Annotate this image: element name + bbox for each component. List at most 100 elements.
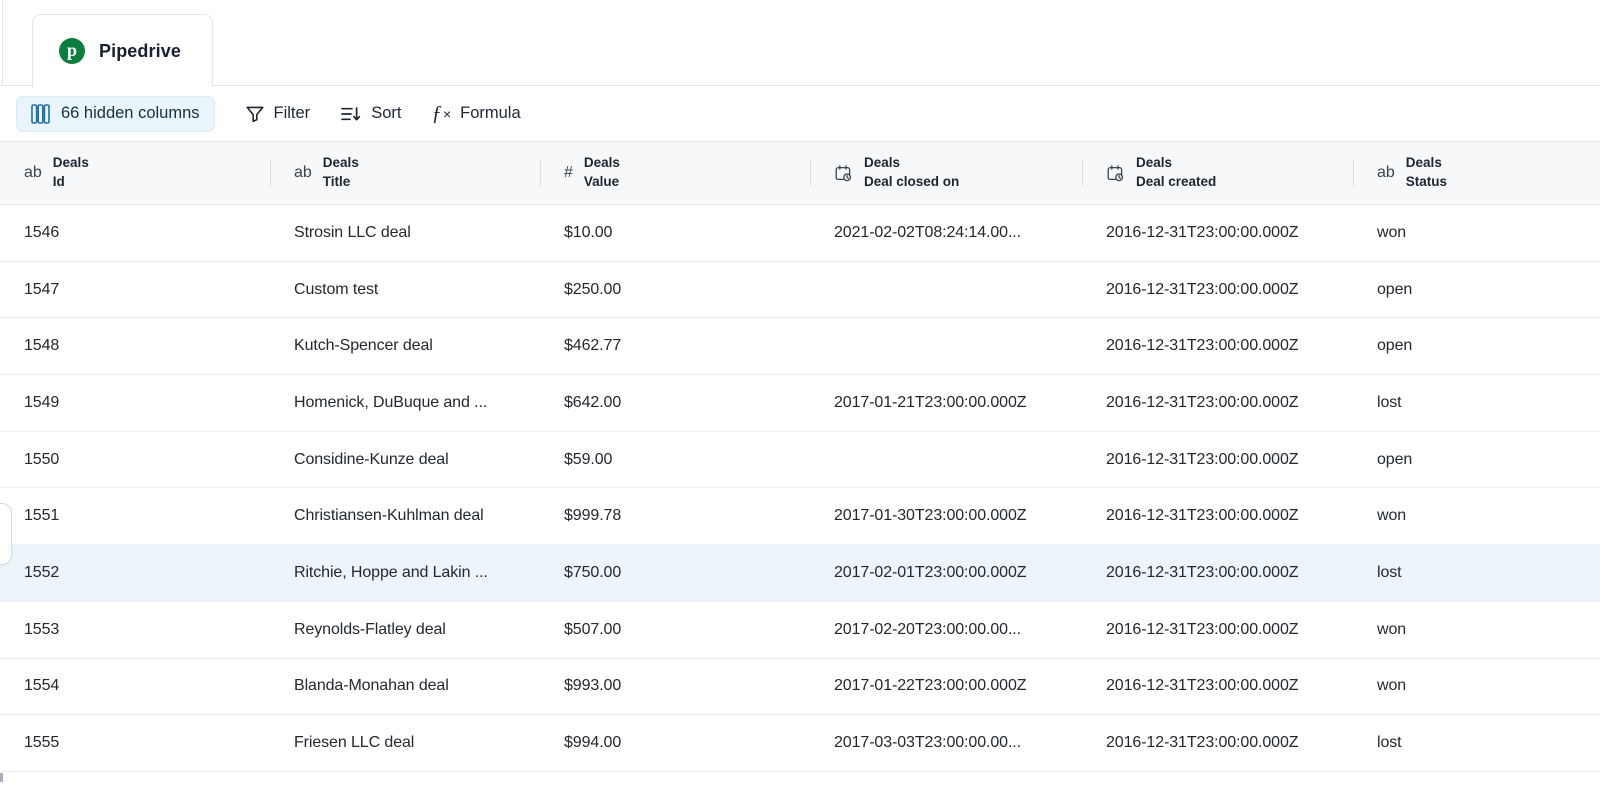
toolbar: 66 hidden columns Filter Sort ƒ× Formula <box>0 86 1600 141</box>
cell-deal-created[interactable]: 2016-12-31T23:00:00.000Z <box>1082 451 1353 469</box>
header-cell-title[interactable]: abDealsTitle <box>270 142 540 204</box>
cell-id[interactable]: 1547 <box>0 281 270 299</box>
table-row: 1549Homenick, DuBuque and ...$642.002017… <box>0 375 1600 432</box>
cell-id[interactable]: 1551 <box>0 507 270 525</box>
cell-status[interactable]: open <box>1353 281 1600 299</box>
cell-title[interactable]: Custom test <box>270 281 540 299</box>
cell-deal-created[interactable]: 2016-12-31T23:00:00.000Z <box>1082 281 1353 299</box>
hidden-columns-button[interactable]: 66 hidden columns <box>16 96 215 132</box>
cell-value[interactable]: $993.00 <box>540 677 810 695</box>
table-row: 1555Friesen LLC deal$994.002017-03-03T23… <box>0 715 1600 772</box>
cell-value[interactable]: $59.00 <box>540 451 810 469</box>
cell-id[interactable]: 1554 <box>0 677 270 695</box>
cell-id[interactable]: 1552 <box>0 564 270 582</box>
cell-status[interactable]: lost <box>1353 734 1600 752</box>
hidden-columns-label: 66 hidden columns <box>61 104 200 123</box>
cell-deal-closed-on[interactable]: 2021-02-02T08:24:14.00... <box>810 224 1082 242</box>
cell-status[interactable]: won <box>1353 507 1600 525</box>
cell-value[interactable]: $507.00 <box>540 621 810 639</box>
cell-title[interactable]: Considine-Kunze deal <box>270 451 540 469</box>
cell-id[interactable]: 1553 <box>0 621 270 639</box>
cell-id[interactable]: 1548 <box>0 337 270 355</box>
pane-left-border <box>2 0 3 86</box>
header-cell-value[interactable]: # DealsValue <box>540 142 810 204</box>
sort-button[interactable]: Sort <box>340 104 401 124</box>
cell-deal-created[interactable]: 2016-12-31T23:00:00.000Z <box>1082 564 1353 582</box>
cell-deal-closed-on[interactable]: 2017-02-20T23:00:00.00... <box>810 621 1082 639</box>
cell-deal-closed-on[interactable]: 2017-03-03T23:00:00.00... <box>810 734 1082 752</box>
cell-value[interactable]: $250.00 <box>540 281 810 299</box>
cell-deal-created[interactable]: 2016-12-31T23:00:00.000Z <box>1082 677 1353 695</box>
header-label: DealsDeal created <box>1136 154 1216 192</box>
table-body: 1546Strosin LLC deal$10.002021-02-02T08:… <box>0 205 1600 772</box>
text-type-icon: ab <box>1377 165 1395 181</box>
cell-title[interactable]: Strosin LLC deal <box>270 224 540 242</box>
cell-value[interactable]: $642.00 <box>540 394 810 412</box>
columns-icon <box>31 104 50 124</box>
cell-id[interactable]: 1555 <box>0 734 270 752</box>
cell-deal-created[interactable]: 2016-12-31T23:00:00.000Z <box>1082 337 1353 355</box>
cell-title[interactable]: Blanda-Monahan deal <box>270 677 540 695</box>
filter-label: Filter <box>274 104 311 123</box>
table-row: 1552Ritchie, Hoppe and Lakin ...$750.002… <box>0 545 1600 602</box>
row-drag-handle[interactable] <box>0 503 12 565</box>
cell-deal-created[interactable]: 2016-12-31T23:00:00.000Z <box>1082 394 1353 412</box>
formula-button[interactable]: ƒ× Formula <box>431 101 520 126</box>
cell-id[interactable]: 1550 <box>0 451 270 469</box>
cell-deal-closed-on[interactable]: 2017-01-30T23:00:00.000Z <box>810 507 1082 525</box>
cell-status[interactable]: won <box>1353 621 1600 639</box>
cell-value[interactable]: $994.00 <box>540 734 810 752</box>
filter-button[interactable]: Filter <box>245 104 311 124</box>
cell-title[interactable]: Friesen LLC deal <box>270 734 540 752</box>
tab-pipedrive[interactable]: p Pipedrive <box>32 14 213 87</box>
cell-title[interactable]: Reynolds-Flatley deal <box>270 621 540 639</box>
tab-bar-divider <box>0 85 1600 86</box>
header-label: DealsDeal closed on <box>864 154 959 192</box>
cell-deal-created[interactable]: 2016-12-31T23:00:00.000Z <box>1082 224 1353 242</box>
header-cell-id[interactable]: ab DealsId <box>0 142 270 204</box>
cell-value[interactable]: $750.00 <box>540 564 810 582</box>
cell-title[interactable]: Christiansen-Kuhlman deal <box>270 507 540 525</box>
cell-id[interactable]: 1549 <box>0 394 270 412</box>
filter-funnel-icon <box>245 104 265 124</box>
calendar-clock-icon <box>1106 164 1125 183</box>
table-row: 1548Kutch-Spencer deal$462.77 2016-12-31T… <box>0 318 1600 375</box>
table-row: 1551Christiansen-Kuhlman deal$999.782017… <box>0 488 1600 545</box>
cell-value[interactable]: $10.00 <box>540 224 810 242</box>
cell-status[interactable]: won <box>1353 677 1600 695</box>
cell-value[interactable]: $999.78 <box>540 507 810 525</box>
cell-status[interactable]: lost <box>1353 394 1600 412</box>
scrollbar-corner-tick <box>0 773 3 782</box>
cell-id[interactable]: 1546 <box>0 224 270 242</box>
cell-value[interactable]: $462.77 <box>540 337 810 355</box>
cell-status[interactable]: open <box>1353 451 1600 469</box>
cell-deal-created[interactable]: 2016-12-31T23:00:00.000Z <box>1082 621 1353 639</box>
header-cell-status[interactable]: abDealsStatus <box>1353 142 1600 204</box>
text-type-icon: ab <box>24 165 42 181</box>
header-cell-deal-closed-on[interactable]: DealsDeal closed on <box>810 142 1082 204</box>
table-row: 1553Reynolds-Flatley deal$507.002017-02-… <box>0 602 1600 659</box>
header-cell-deal-created[interactable]: DealsDeal created <box>1082 142 1353 204</box>
sort-label: Sort <box>371 104 401 123</box>
cell-title[interactable]: Homenick, DuBuque and ... <box>270 394 540 412</box>
header-label: DealsId <box>53 154 89 192</box>
header-label: DealsValue <box>584 154 620 192</box>
cell-deal-created[interactable]: 2016-12-31T23:00:00.000Z <box>1082 734 1353 752</box>
cell-deal-closed-on[interactable]: 2017-02-01T23:00:00.000Z <box>810 564 1082 582</box>
formula-label: Formula <box>460 104 521 123</box>
sort-icon <box>340 104 362 124</box>
cell-status[interactable]: open <box>1353 337 1600 355</box>
cell-status[interactable]: lost <box>1353 564 1600 582</box>
cell-title[interactable]: Kutch-Spencer deal <box>270 337 540 355</box>
cell-title[interactable]: Ritchie, Hoppe and Lakin ... <box>270 564 540 582</box>
table-row: 1547Custom test$250.00 2016-12-31T23:00:0… <box>0 262 1600 319</box>
cell-deal-closed-on[interactable]: 2017-01-21T23:00:00.000Z <box>810 394 1082 412</box>
cell-deal-closed-on[interactable]: 2017-01-22T23:00:00.000Z <box>810 677 1082 695</box>
calendar-clock-icon <box>834 164 853 183</box>
number-type-icon: # <box>564 165 573 181</box>
table-header-row: abDealsIdabDealsTitle#DealsValueDealsDea… <box>0 141 1600 205</box>
cell-deal-created[interactable]: 2016-12-31T23:00:00.000Z <box>1082 507 1353 525</box>
header-label: DealsTitle <box>323 154 359 192</box>
tab-bar: p Pipedrive <box>0 0 1600 86</box>
cell-status[interactable]: won <box>1353 224 1600 242</box>
